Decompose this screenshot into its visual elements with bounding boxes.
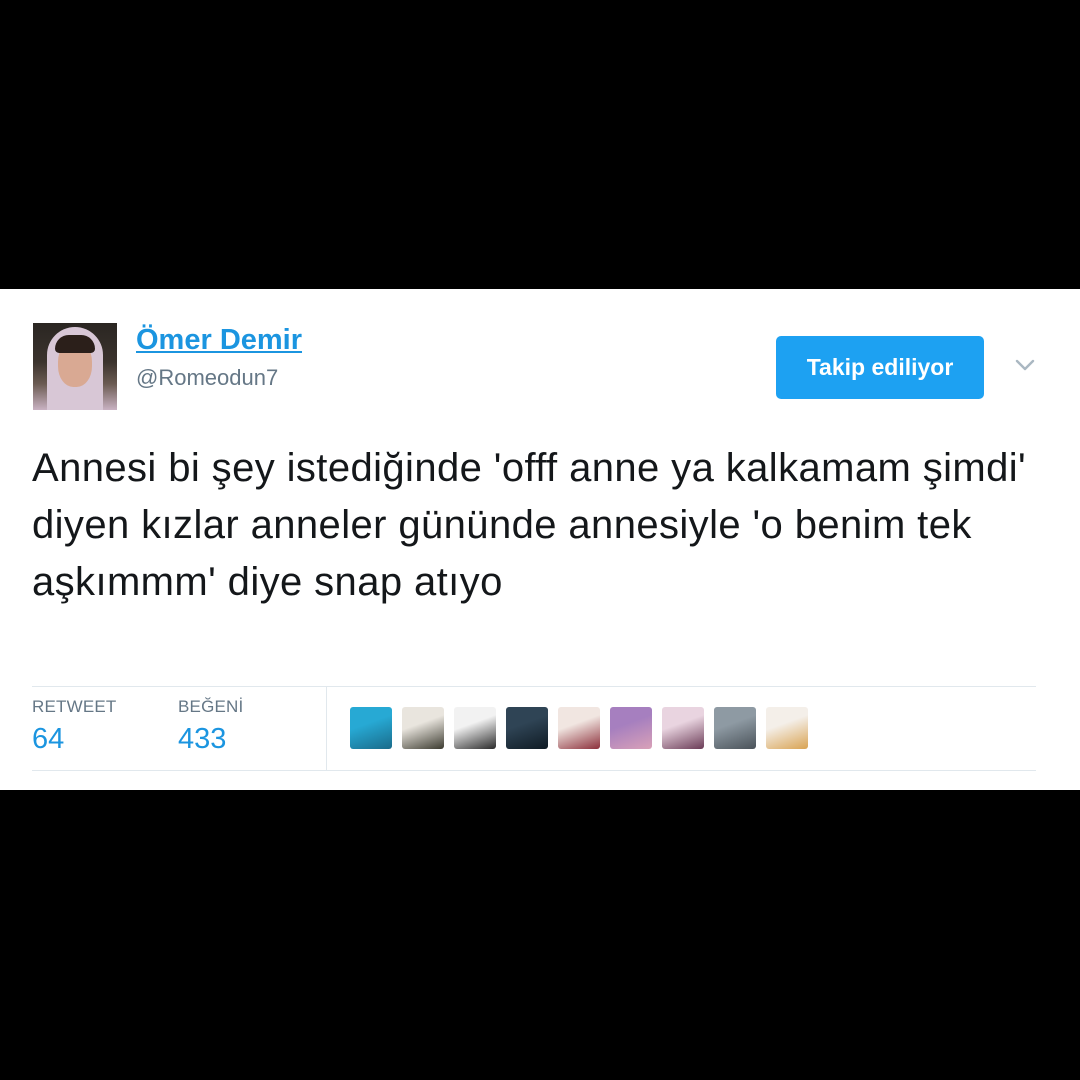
stats-top-divider xyxy=(32,686,1036,687)
stats-bottom-divider xyxy=(32,770,1036,771)
liker-avatar[interactable] xyxy=(714,707,756,749)
retweet-count: 64 xyxy=(32,723,65,755)
retweet-stat[interactable]: RETWEET 64 xyxy=(32,697,117,756)
like-count: 433 xyxy=(178,723,227,755)
like-label: BEĞENİ xyxy=(178,697,244,716)
author-display-name[interactable]: Ömer Demir xyxy=(136,324,302,357)
liker-avatar[interactable] xyxy=(558,707,600,749)
chevron-down-icon[interactable] xyxy=(1014,354,1036,376)
user-avatar[interactable] xyxy=(33,323,117,410)
liker-avatar[interactable] xyxy=(766,707,808,749)
stats-separator xyxy=(326,687,327,770)
liker-avatar[interactable] xyxy=(350,707,392,749)
following-button[interactable]: Takip ediliyor xyxy=(776,336,984,399)
like-stat[interactable]: BEĞENİ 433 xyxy=(178,697,243,756)
retweet-label: RETWEET xyxy=(32,697,117,716)
liker-avatar[interactable] xyxy=(506,707,548,749)
avatar-hair xyxy=(55,335,95,353)
tweet-text: Annesi bi şey istediğinde 'offf anne ya … xyxy=(32,446,1027,604)
author-handle[interactable]: @Romeodun7 xyxy=(136,365,278,391)
liker-avatar[interactable] xyxy=(662,707,704,749)
liker-avatar[interactable] xyxy=(454,707,496,749)
liker-avatar[interactable] xyxy=(402,707,444,749)
liker-avatar[interactable] xyxy=(610,707,652,749)
